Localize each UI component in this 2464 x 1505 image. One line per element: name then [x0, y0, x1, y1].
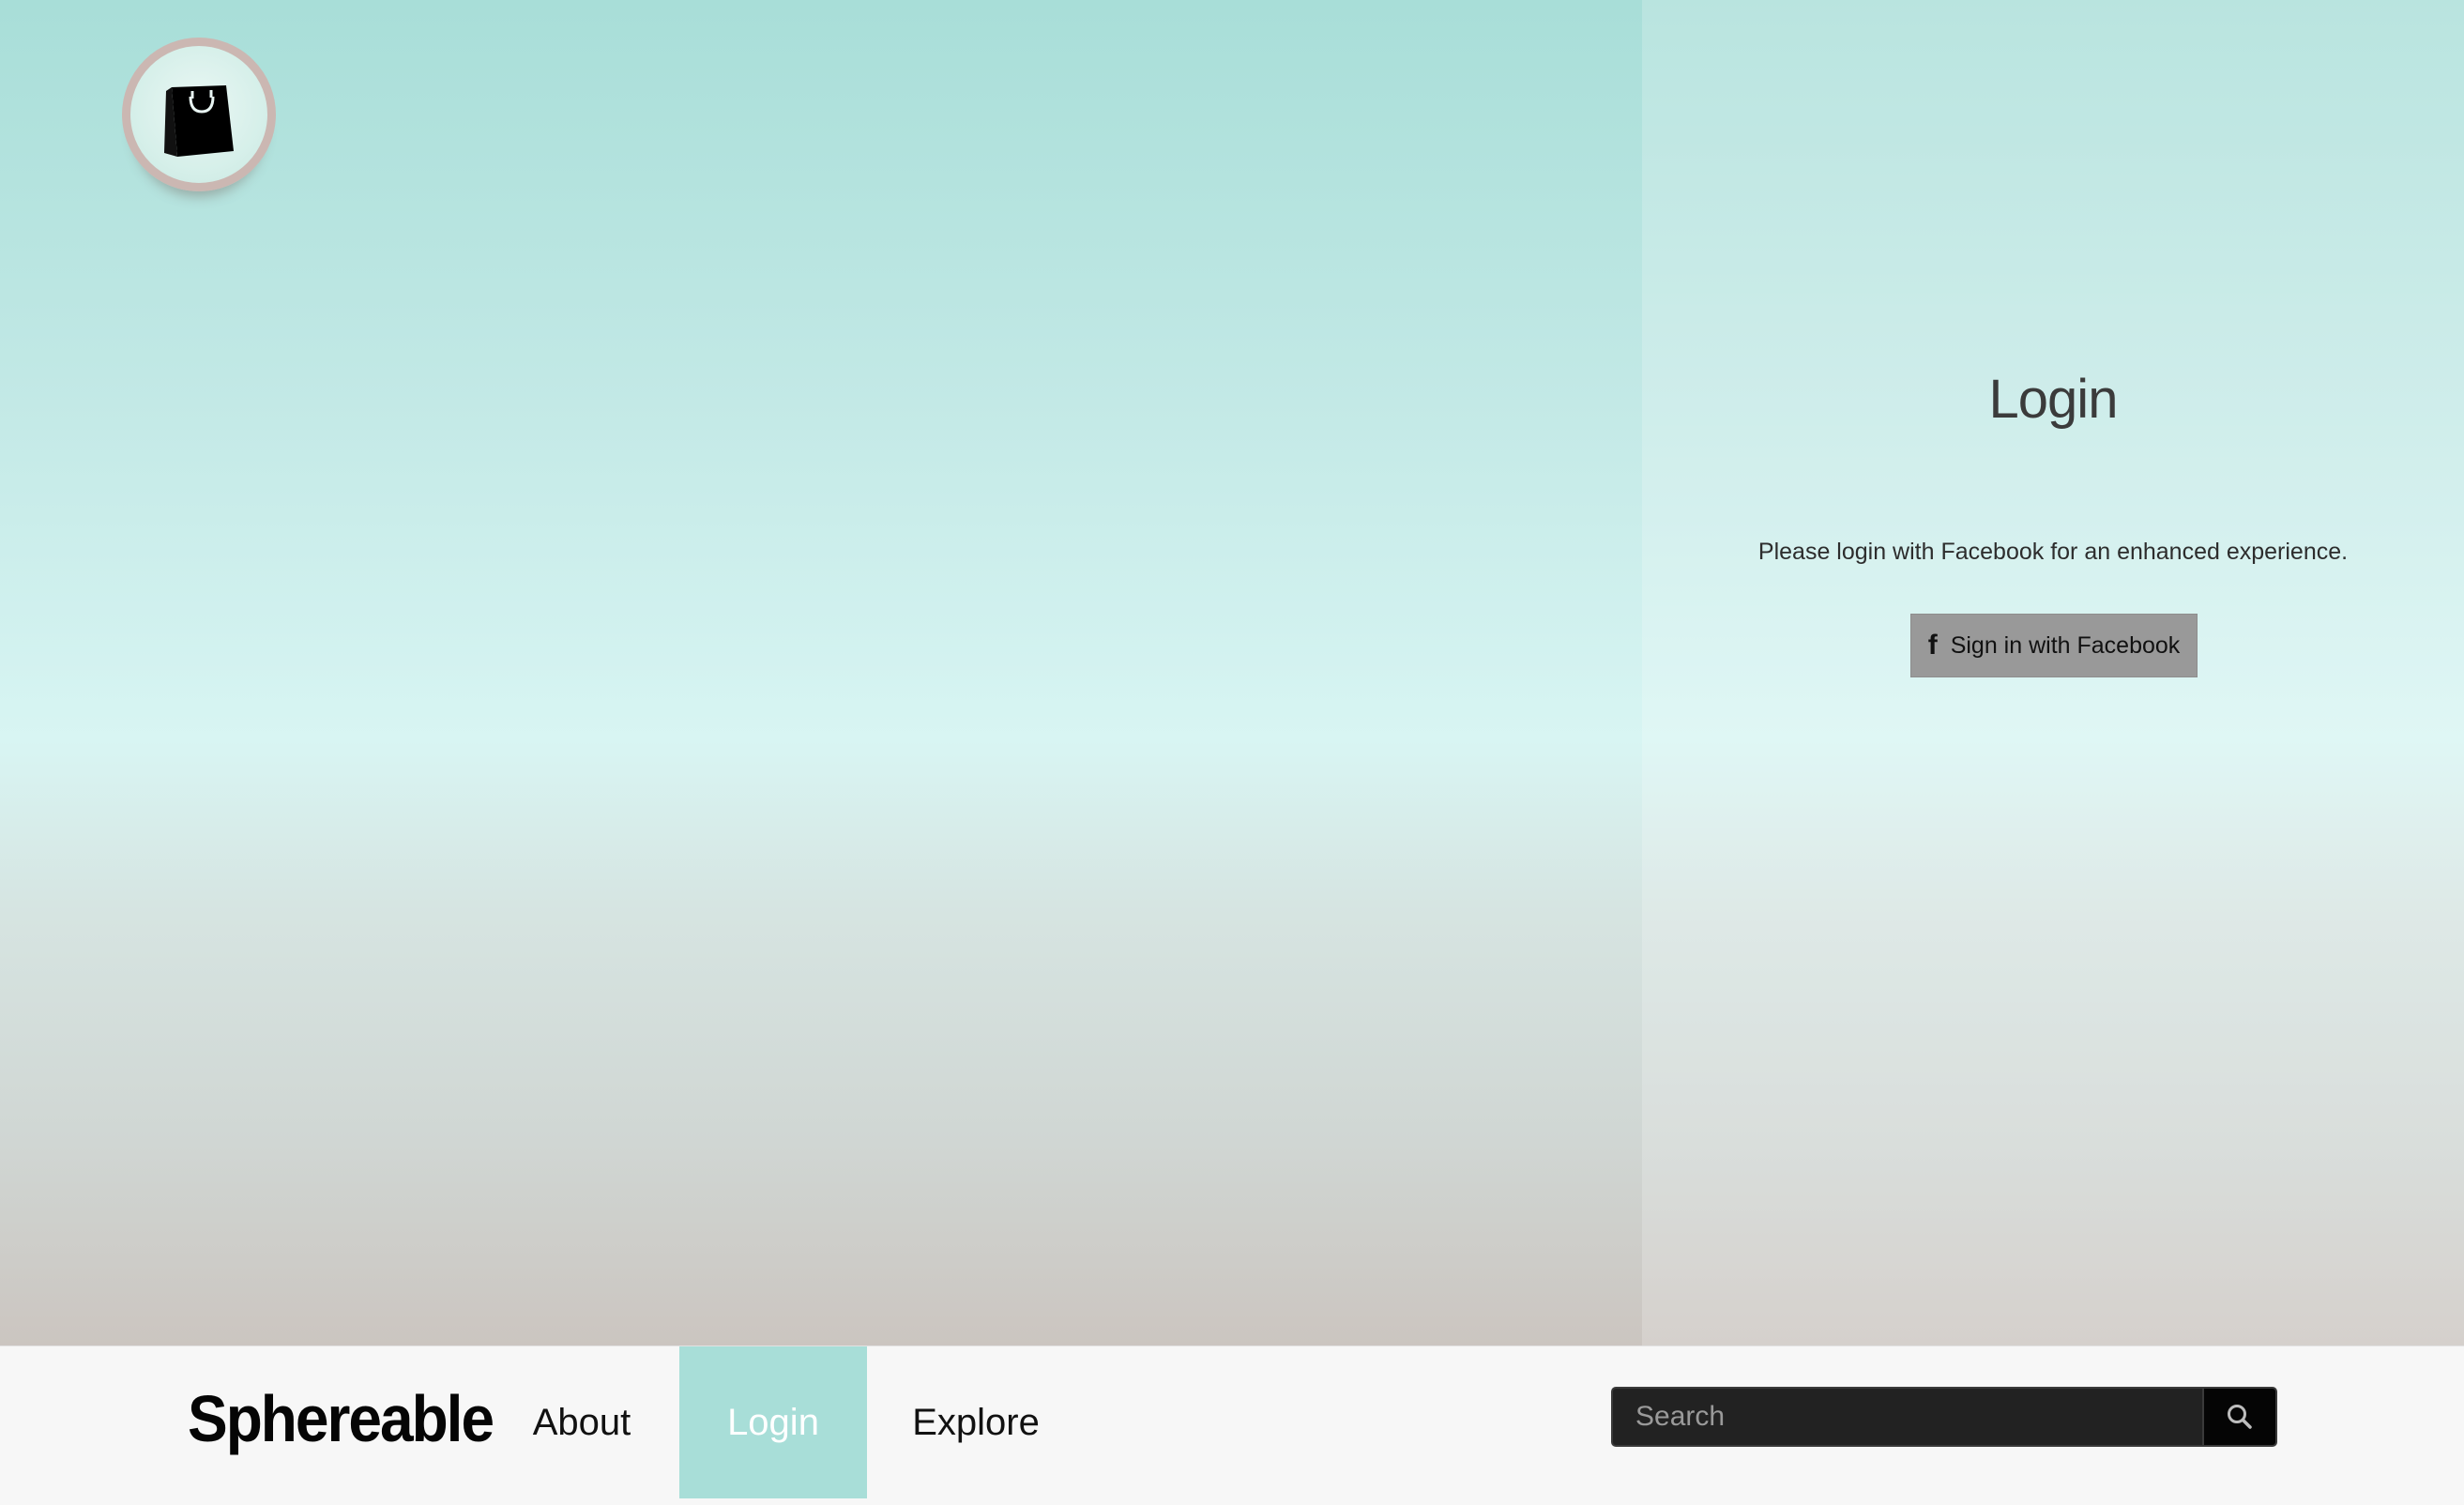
- login-title: Login: [1988, 369, 2119, 430]
- nav-item-about[interactable]: About: [507, 1346, 657, 1498]
- search-button[interactable]: [2202, 1387, 2277, 1447]
- nav-item-explore[interactable]: Explore: [901, 1346, 1051, 1498]
- bottom-navbar: Sphereable About Login Explore: [0, 1345, 2464, 1505]
- facebook-button-label: Sign in with Facebook: [1950, 631, 2181, 659]
- facebook-icon: f: [1927, 630, 1938, 661]
- login-description: Please login with Facebook for an enhanc…: [1757, 539, 2349, 565]
- shopping-bag-icon: [164, 85, 234, 157]
- nav-item-login[interactable]: Login: [679, 1346, 867, 1498]
- sign-in-with-facebook-button[interactable]: f Sign in with Facebook: [1910, 614, 2198, 677]
- brand-logo[interactable]: Sphereable: [188, 1381, 494, 1456]
- search-icon: [2228, 1405, 2252, 1429]
- search-input[interactable]: [1611, 1387, 2202, 1447]
- site-logo[interactable]: [122, 38, 276, 191]
